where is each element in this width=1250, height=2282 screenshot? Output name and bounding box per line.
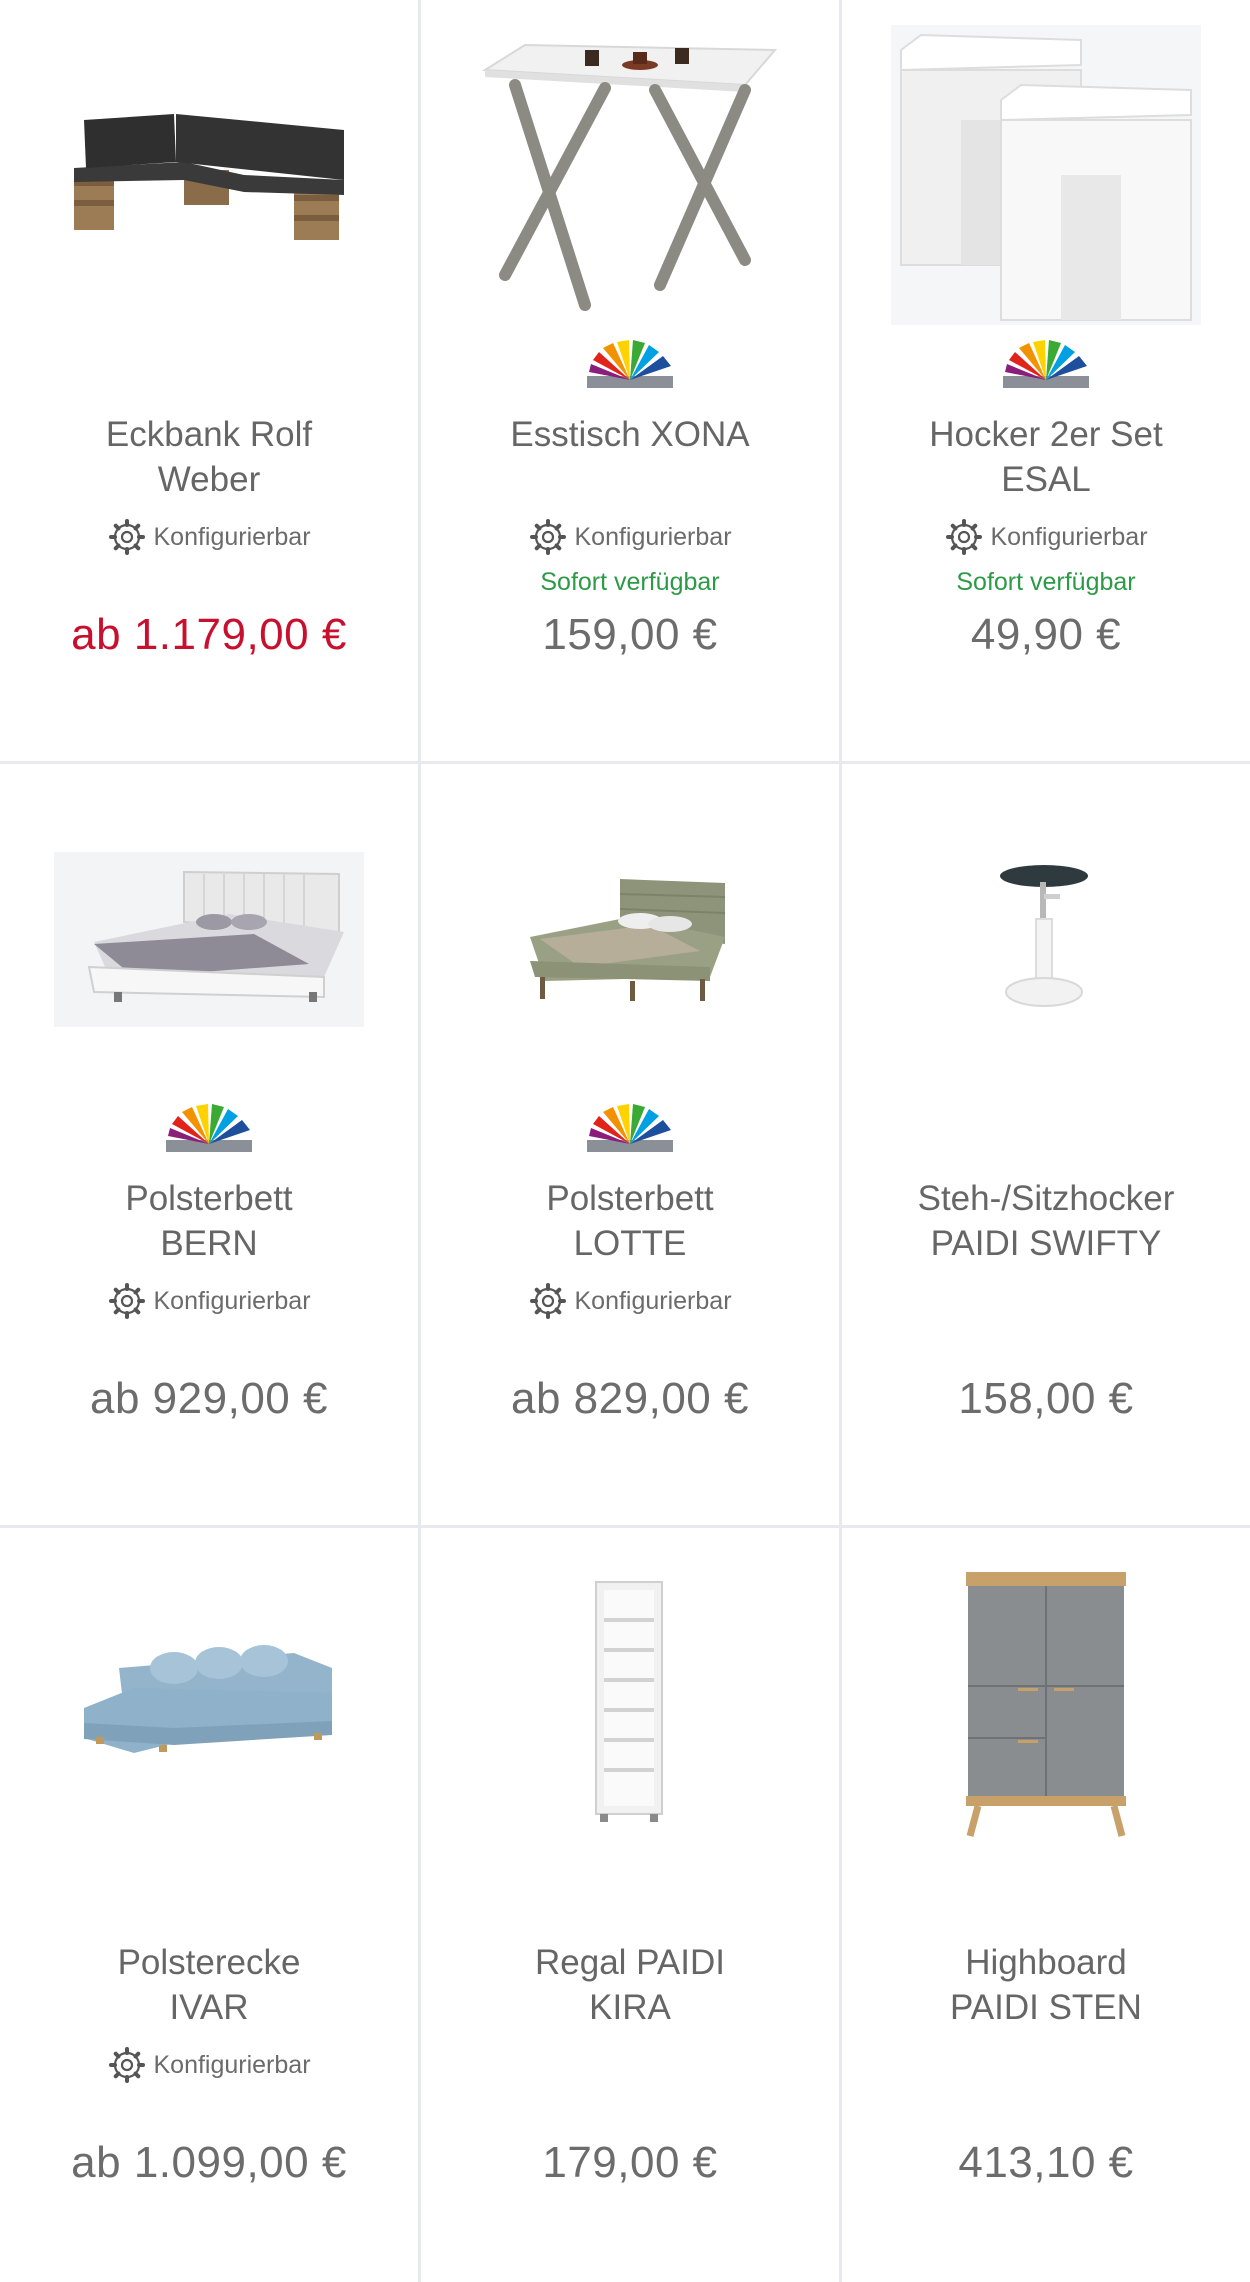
product-image[interactable] xyxy=(842,20,1250,330)
product-name[interactable]: Highboard PAIDI STEN xyxy=(852,1940,1240,2030)
gear-icon xyxy=(109,2047,146,2083)
configurable-badge: Konfigurierbar xyxy=(421,1281,839,1321)
product-price: ab 1.099,00 € xyxy=(71,2138,347,2187)
product-image[interactable] xyxy=(0,20,418,330)
product-name[interactable]: Regal PAIDI KIRA xyxy=(431,1940,829,2030)
product-name[interactable]: Polsterbett LOTTE xyxy=(431,1176,829,1266)
product-card[interactable]: Polsterbett BERN Konfigurierbar ab 929,0… xyxy=(0,764,418,1525)
gear-icon xyxy=(109,1283,146,1319)
product-price: 159,00 € xyxy=(542,610,718,659)
product-card[interactable]: Regal PAIDI KIRA 179,00 € xyxy=(421,1528,839,2282)
product-name[interactable]: Hocker 2er Set ESAL xyxy=(852,412,1240,502)
product-name[interactable]: Polsterecke IVAR xyxy=(10,1940,408,2030)
gear-icon xyxy=(946,519,983,555)
product-price: 158,00 € xyxy=(958,1374,1134,1423)
product-grid: Eckbank Rolf Weber Konfigurierbar ab 1.1… xyxy=(0,0,1250,2282)
white-bed-image xyxy=(54,851,364,1027)
product-card[interactable]: Esstisch XONA Konfigurierbar Sofort verf… xyxy=(421,0,839,761)
gear-icon xyxy=(530,519,567,555)
dining-table-image xyxy=(481,43,778,311)
product-name[interactable]: Steh-/Sitzhocker PAIDI SWIFTY xyxy=(852,1176,1240,1266)
product-price: 413,10 € xyxy=(958,2138,1134,2187)
green-bed-image xyxy=(530,879,726,1001)
gear-icon xyxy=(109,519,146,555)
product-card[interactable]: Steh-/Sitzhocker PAIDI SWIFTY 158,00 € xyxy=(842,764,1250,1525)
availability-label: Sofort verfügbar xyxy=(956,568,1136,596)
color-options-icon xyxy=(1003,340,1089,388)
product-image[interactable] xyxy=(0,1548,418,1858)
product-image[interactable] xyxy=(421,20,839,330)
configurable-badge: Konfigurierbar xyxy=(0,517,418,557)
corner-sofa-image xyxy=(84,1645,332,1753)
product-image[interactable] xyxy=(421,1548,839,1858)
product-image[interactable] xyxy=(842,1548,1250,1858)
product-card[interactable]: Eckbank Rolf Weber Konfigurierbar ab 1.1… xyxy=(0,0,418,761)
color-options-icon xyxy=(587,1104,673,1152)
gear-icon xyxy=(530,1283,567,1319)
product-card[interactable]: Polsterecke IVAR Konfigurierbar ab 1.099… xyxy=(0,1528,418,2282)
color-options-icon xyxy=(587,340,673,388)
product-price: 179,00 € xyxy=(542,2138,718,2187)
product-card[interactable]: Polsterbett LOTTE Konfigurierbar ab 829,… xyxy=(421,764,839,1525)
product-price: ab 929,00 € xyxy=(90,1374,328,1423)
availability-label: Sofort verfügbar xyxy=(540,568,720,596)
product-name[interactable]: Esstisch XONA xyxy=(431,412,829,457)
product-card[interactable]: Highboard PAIDI STEN 413,10 € xyxy=(842,1528,1250,2282)
product-image[interactable] xyxy=(421,784,839,1094)
product-price: ab 1.179,00 € xyxy=(71,610,347,659)
configurable-badge: Konfigurierbar xyxy=(421,517,839,557)
product-image[interactable] xyxy=(842,784,1250,1094)
shelf-image xyxy=(595,1581,663,1822)
product-price: 49,90 € xyxy=(970,610,1122,659)
corner-bench-image xyxy=(74,114,344,240)
product-name[interactable]: Eckbank Rolf Weber xyxy=(10,412,408,502)
configurable-badge: Konfigurierbar xyxy=(0,1281,418,1321)
highboard-image xyxy=(966,1572,1126,1837)
configurable-badge: Konfigurierbar xyxy=(0,2045,418,2085)
product-image[interactable] xyxy=(0,784,418,1094)
product-name[interactable]: Polsterbett BERN xyxy=(10,1176,408,1266)
product-card[interactable]: Hocker 2er Set ESAL Konfigurierbar Sofor… xyxy=(842,0,1250,761)
color-options-icon xyxy=(166,1104,252,1152)
stool-set-image xyxy=(891,25,1201,325)
standing-stool-image xyxy=(1000,865,1088,1007)
product-price: ab 829,00 € xyxy=(511,1374,749,1423)
configurable-badge: Konfigurierbar xyxy=(842,517,1250,557)
